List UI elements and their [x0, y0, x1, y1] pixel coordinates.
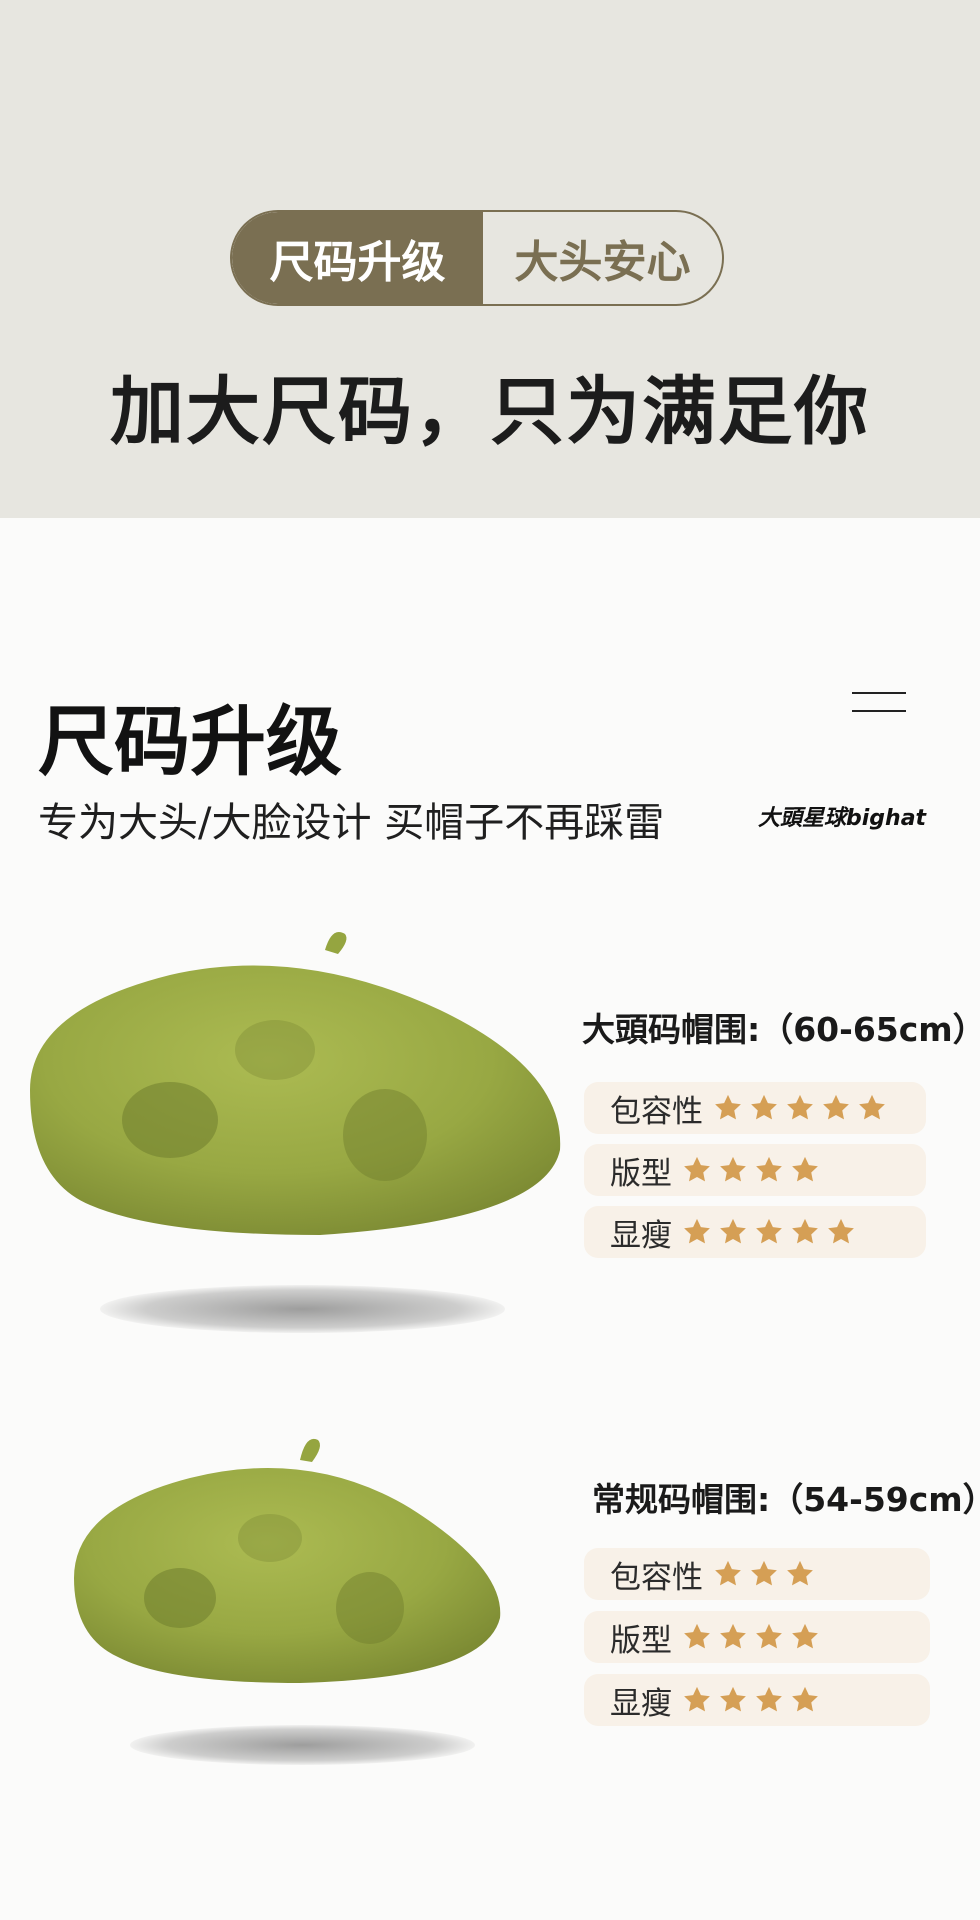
size-upgrade-pill: 尺码升级 大头安心 [230, 210, 724, 306]
pill-left-label: 尺码升级 [232, 212, 483, 304]
rating-row: 显瘦 [584, 1206, 926, 1258]
section-subtitle: 专为大头/大脸设计 买帽子不再踩雷 [38, 800, 665, 846]
star-icon [792, 1686, 818, 1712]
star-rating [682, 1155, 826, 1185]
star-icon [715, 1560, 741, 1586]
rating-row: 包容性 [584, 1082, 926, 1134]
rating-label: 显瘦 [610, 1217, 672, 1254]
star-icon [720, 1686, 746, 1712]
star-icon [792, 1623, 818, 1649]
star-icon [720, 1623, 746, 1649]
rating-label: 版型 [610, 1155, 672, 1192]
star-icon [756, 1156, 782, 1182]
star-icon [684, 1156, 710, 1182]
menu-icon[interactable] [852, 692, 906, 714]
star-icon [787, 1560, 813, 1586]
rating-label: 包容性 [610, 1093, 703, 1130]
star-icon [756, 1623, 782, 1649]
star-icon [720, 1218, 746, 1244]
regular-beret-shadow [130, 1725, 475, 1765]
brand-logo: 大頭星球bighat [758, 806, 927, 831]
large-size-label: 大頭码帽围:（60-65cm） [582, 1010, 980, 1049]
star-icon [720, 1156, 746, 1182]
star-icon [859, 1094, 885, 1120]
rating-label: 包容性 [610, 1559, 703, 1596]
star-icon [823, 1094, 849, 1120]
rating-row: 显瘦 [584, 1674, 930, 1726]
rating-row: 包容性 [584, 1548, 930, 1600]
rating-row: 版型 [584, 1144, 926, 1196]
star-icon [684, 1218, 710, 1244]
star-rating [682, 1217, 862, 1247]
star-icon [684, 1686, 710, 1712]
regular-size-label: 常规码帽围:（54-59cm） [592, 1480, 980, 1519]
star-icon [828, 1218, 854, 1244]
rating-label: 版型 [610, 1622, 672, 1659]
star-icon [756, 1686, 782, 1712]
star-icon [751, 1560, 777, 1586]
star-icon [787, 1094, 813, 1120]
rating-row: 版型 [584, 1611, 930, 1663]
rating-label: 显瘦 [610, 1685, 672, 1722]
star-rating [682, 1685, 826, 1715]
regular-beret-image [74, 1438, 501, 1683]
large-beret-image [30, 932, 561, 1235]
section-title: 尺码升级 [38, 697, 342, 786]
page-headline: 加大尺码，只为满足你 [110, 369, 870, 455]
pill-right-label: 大头安心 [514, 237, 691, 288]
star-icon [751, 1094, 777, 1120]
star-rating [682, 1622, 826, 1652]
star-rating [713, 1559, 821, 1589]
star-icon [684, 1623, 710, 1649]
star-icon [715, 1094, 741, 1120]
large-beret-shadow [100, 1285, 505, 1333]
star-icon [792, 1218, 818, 1244]
star-rating [713, 1093, 893, 1123]
star-icon [756, 1218, 782, 1244]
star-icon [792, 1156, 818, 1182]
